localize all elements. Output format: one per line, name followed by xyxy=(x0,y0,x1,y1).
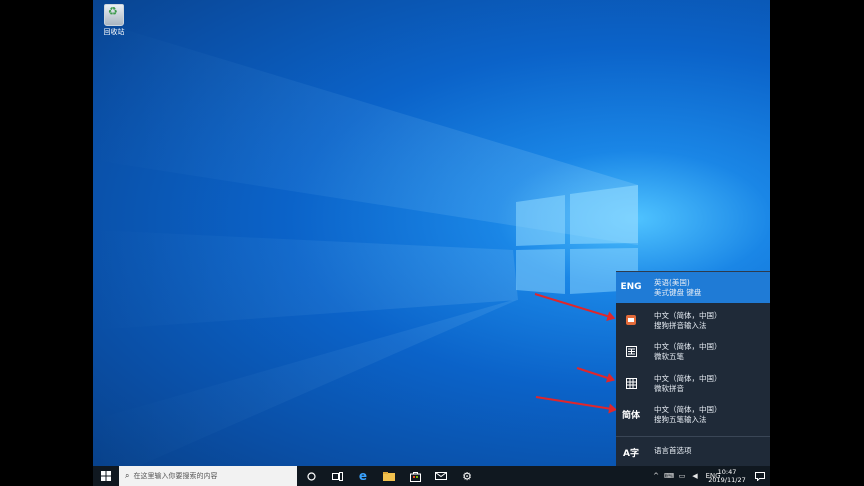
cortana-circle-icon xyxy=(306,471,316,481)
lang-item-title: 中文（简体，中国） xyxy=(654,311,722,320)
eng-icon: ENG xyxy=(620,282,642,292)
edge-button[interactable]: e xyxy=(353,466,373,486)
network-icon: ▭ xyxy=(678,472,686,480)
desktop: 回收站 ENG 英语(美国) 美式键盘 键盘 中文（简体，中国） 搜狗拼音输入法 xyxy=(93,0,770,486)
divider xyxy=(616,436,770,437)
clock-date: 2019/11/27 xyxy=(708,476,746,484)
recycle-bin-label: 回收站 xyxy=(103,28,125,36)
start-button[interactable] xyxy=(93,466,119,486)
pinyin-grid-icon xyxy=(622,376,640,390)
keyboard-icon: ⌨ xyxy=(663,472,675,480)
task-view-button[interactable] xyxy=(327,466,347,486)
settings-button[interactable]: ⚙ xyxy=(457,466,477,486)
wubi-icon xyxy=(622,344,640,358)
chevron-up-icon: ^ xyxy=(653,472,659,480)
mail-button[interactable] xyxy=(431,466,451,486)
clock[interactable]: 10:47 2019/11/27 xyxy=(705,466,749,486)
recycle-bin-icon xyxy=(104,4,124,26)
mail-icon xyxy=(435,472,447,480)
lang-item-sogou-pinyin[interactable]: 中文（简体，中国） 搜狗拼音输入法 xyxy=(616,305,770,336)
network-button[interactable]: ▭ xyxy=(676,466,688,486)
task-view-icon xyxy=(331,471,343,481)
lang-item-wubi[interactable]: 中文（简体，中国） 微软五笔 xyxy=(616,336,770,367)
language-flyout: ENG 英语(美国) 美式键盘 键盘 中文（简体，中国） 搜狗拼音输入法 中文（… xyxy=(616,271,770,466)
language-preferences-link[interactable]: A字 语言首选项 xyxy=(616,438,770,464)
store-button[interactable] xyxy=(405,466,425,486)
store-bag-icon xyxy=(409,471,421,482)
gear-icon: ⚙ xyxy=(462,469,472,483)
taskbar: ⌕ 在这里输入你要搜索的内容 e ⚙ ^ ⌨ ▭ ◀ ENG 10:47 201… xyxy=(93,466,770,486)
folder-icon xyxy=(383,471,395,481)
language-bar-button[interactable]: ⌨ xyxy=(663,466,675,486)
lang-item-title: 中文（简体，中国） xyxy=(654,374,722,383)
lang-item-sogou-wubi[interactable]: 简体 中文（简体，中国） 搜狗五笔输入法 xyxy=(616,399,770,430)
lang-item-subtitle: 微软五笔 xyxy=(654,352,684,361)
lang-item-title: 中文（简体，中国） xyxy=(654,405,722,414)
taskbar-search-box[interactable]: ⌕ 在这里输入你要搜索的内容 xyxy=(119,466,297,486)
language-settings-icon: A字 xyxy=(623,448,639,459)
speaker-icon: ◀ xyxy=(692,472,698,480)
sogou-pinyin-icon xyxy=(622,313,640,327)
notification-icon xyxy=(754,471,765,481)
lang-item-ms-pinyin[interactable]: 中文（简体，中国） 微软拼音 xyxy=(616,368,770,399)
file-explorer-button[interactable] xyxy=(379,466,399,486)
lang-item-title: 英语(美国) xyxy=(654,278,690,287)
lang-item-eng[interactable]: ENG 英语(美国) 美式键盘 键盘 xyxy=(616,272,770,303)
search-icon: ⌕ xyxy=(125,471,130,480)
clock-time: 10:47 xyxy=(717,468,737,476)
volume-button[interactable]: ◀ xyxy=(689,466,701,486)
lang-item-subtitle: 搜狗五笔输入法 xyxy=(654,415,707,424)
tray-overflow-button[interactable]: ^ xyxy=(650,466,662,486)
jianti-icon: 简体 xyxy=(622,410,641,421)
lang-item-subtitle: 美式键盘 键盘 xyxy=(654,288,702,297)
windows-logo-icon xyxy=(101,471,111,481)
cortana-button[interactable] xyxy=(301,466,321,486)
lang-item-subtitle: 微软拼音 xyxy=(654,384,684,393)
action-center-button[interactable] xyxy=(749,466,770,486)
recycle-bin[interactable]: 回收站 xyxy=(99,4,129,36)
edge-icon: e xyxy=(358,469,368,483)
lang-item-title: 中文（简体，中国） xyxy=(654,342,722,351)
lang-item-subtitle: 搜狗拼音输入法 xyxy=(654,321,707,330)
search-placeholder: 在这里输入你要搜索的内容 xyxy=(133,472,218,480)
language-preferences-label: 语言首选项 xyxy=(654,446,692,455)
